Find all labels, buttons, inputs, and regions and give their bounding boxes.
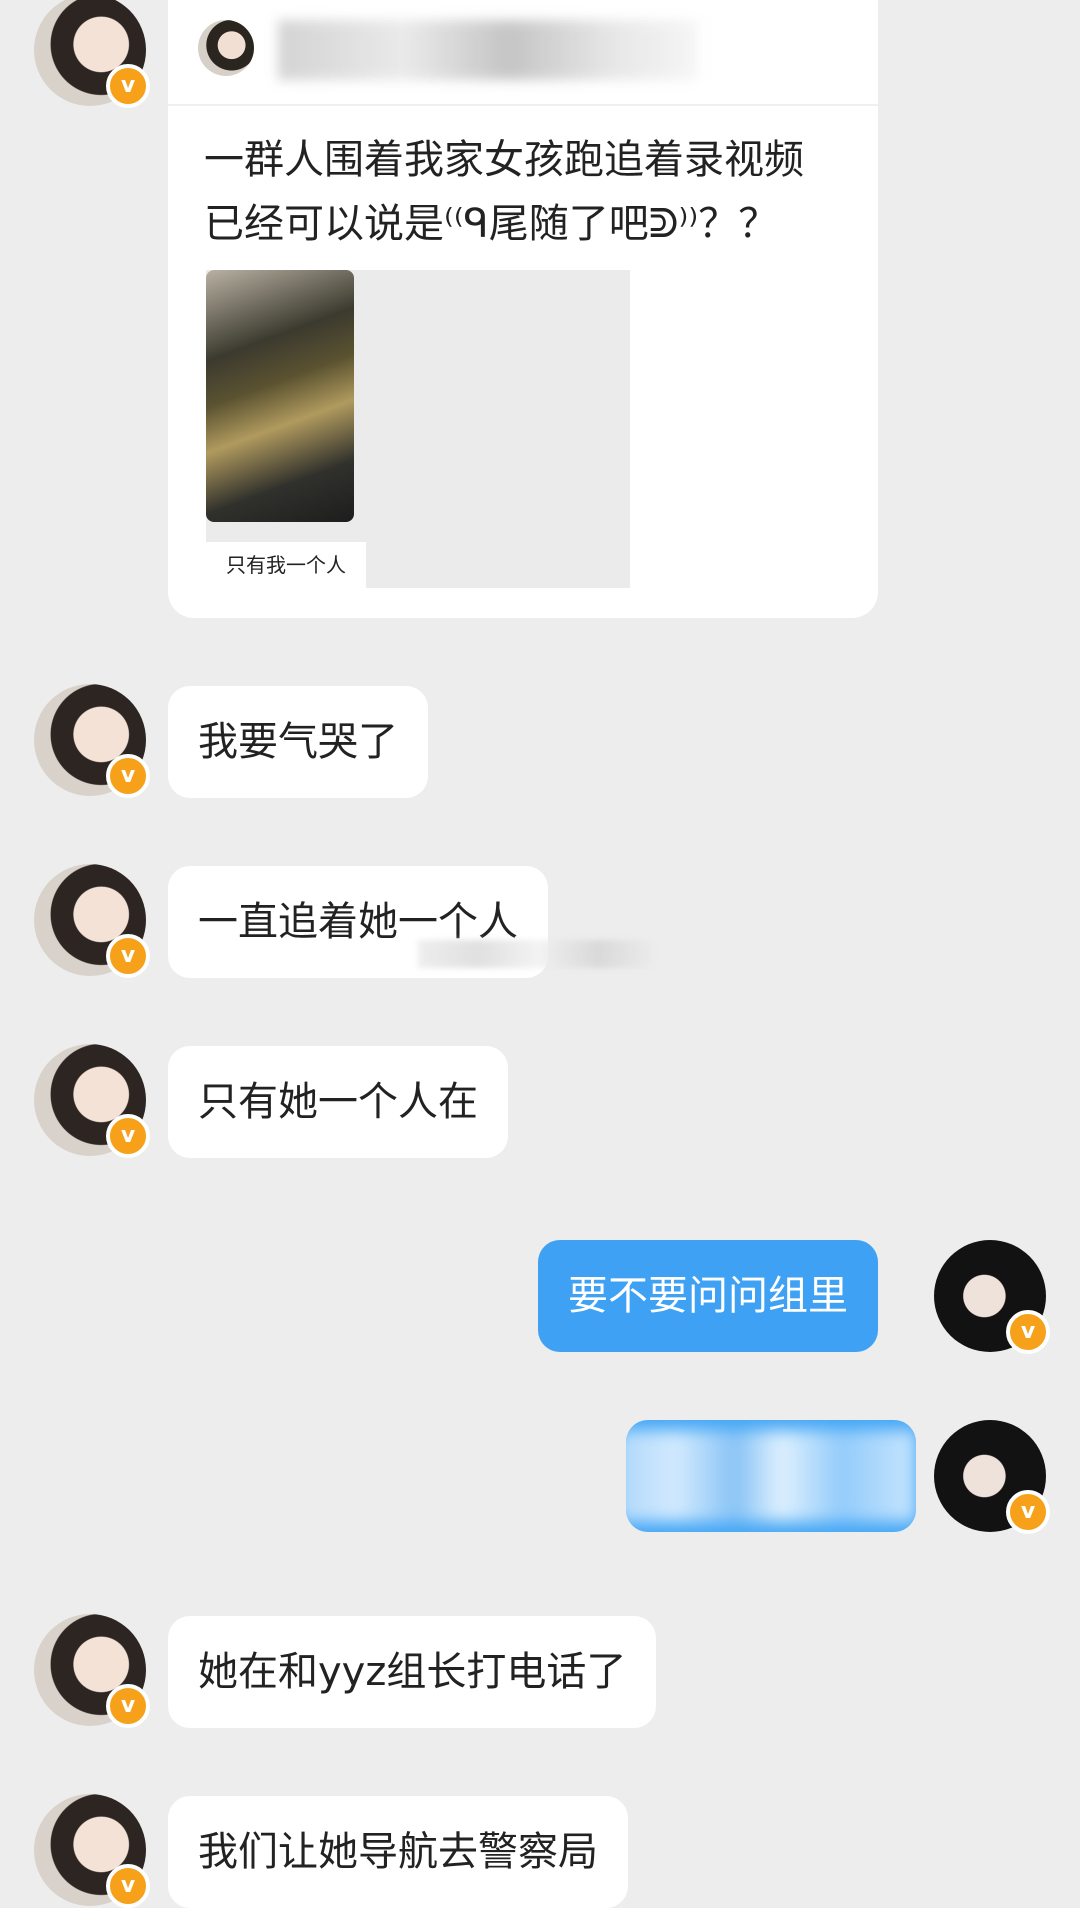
chat-bubble[interactable]: 我们让她导航去警察局 <box>168 1796 628 1908</box>
chat-bubble[interactable]: 她在和yyz组长打电话了 <box>168 1616 657 1728</box>
verified-badge-icon: v <box>1006 1490 1050 1534</box>
verified-badge-icon: v <box>1006 1310 1050 1354</box>
watermark <box>418 940 658 968</box>
verified-badge-icon: v <box>106 1684 150 1728</box>
avatar-self[interactable]: v <box>934 1240 1050 1354</box>
redacted-author-name <box>278 20 698 80</box>
card-header <box>168 0 878 106</box>
avatar-self[interactable]: v <box>934 1420 1050 1534</box>
post-media[interactable]: 只有我一个人 <box>206 270 630 588</box>
verified-badge-icon: v <box>106 754 150 798</box>
avatar[interactable]: v <box>34 1044 150 1158</box>
verified-badge-icon: v <box>106 64 150 108</box>
avatar[interactable]: v <box>34 1614 150 1728</box>
avatar[interactable]: v <box>34 1794 150 1908</box>
video-thumbnail[interactable] <box>206 270 354 522</box>
media-caption: 只有我一个人 <box>206 542 366 588</box>
post-author-avatar[interactable] <box>198 20 254 76</box>
verified-badge-icon: v <box>106 934 150 978</box>
verified-badge-icon: v <box>106 1864 150 1908</box>
chat-bubble[interactable]: 我要气哭了 <box>168 686 428 798</box>
verified-badge-icon: v <box>106 1114 150 1158</box>
post-text: 一群人围着我家女孩跑追着录视频 已经可以说是⁽⁽ᑫ尾随了吧ᕲ⁾⁾？？ <box>204 128 854 256</box>
post-text-line: 已经可以说是⁽⁽ᑫ尾随了吧ᕲ⁾⁾？？ <box>204 201 779 247</box>
chat-bubble-own[interactable]: 要不要问问组里 <box>538 1240 878 1352</box>
redacted-message-bubble[interactable] <box>626 1420 916 1532</box>
avatar[interactable]: v <box>34 684 150 798</box>
avatar[interactable]: v <box>34 864 150 978</box>
post-text-line: 一群人围着我家女孩跑追着录视频 <box>204 137 804 183</box>
shared-post-card[interactable]: 一群人围着我家女孩跑追着录视频 已经可以说是⁽⁽ᑫ尾随了吧ᕲ⁾⁾？？ 只有我一个… <box>168 0 878 618</box>
chat-bubble[interactable]: 只有她一个人在 <box>168 1046 508 1158</box>
avatar[interactable]: v <box>34 0 150 108</box>
